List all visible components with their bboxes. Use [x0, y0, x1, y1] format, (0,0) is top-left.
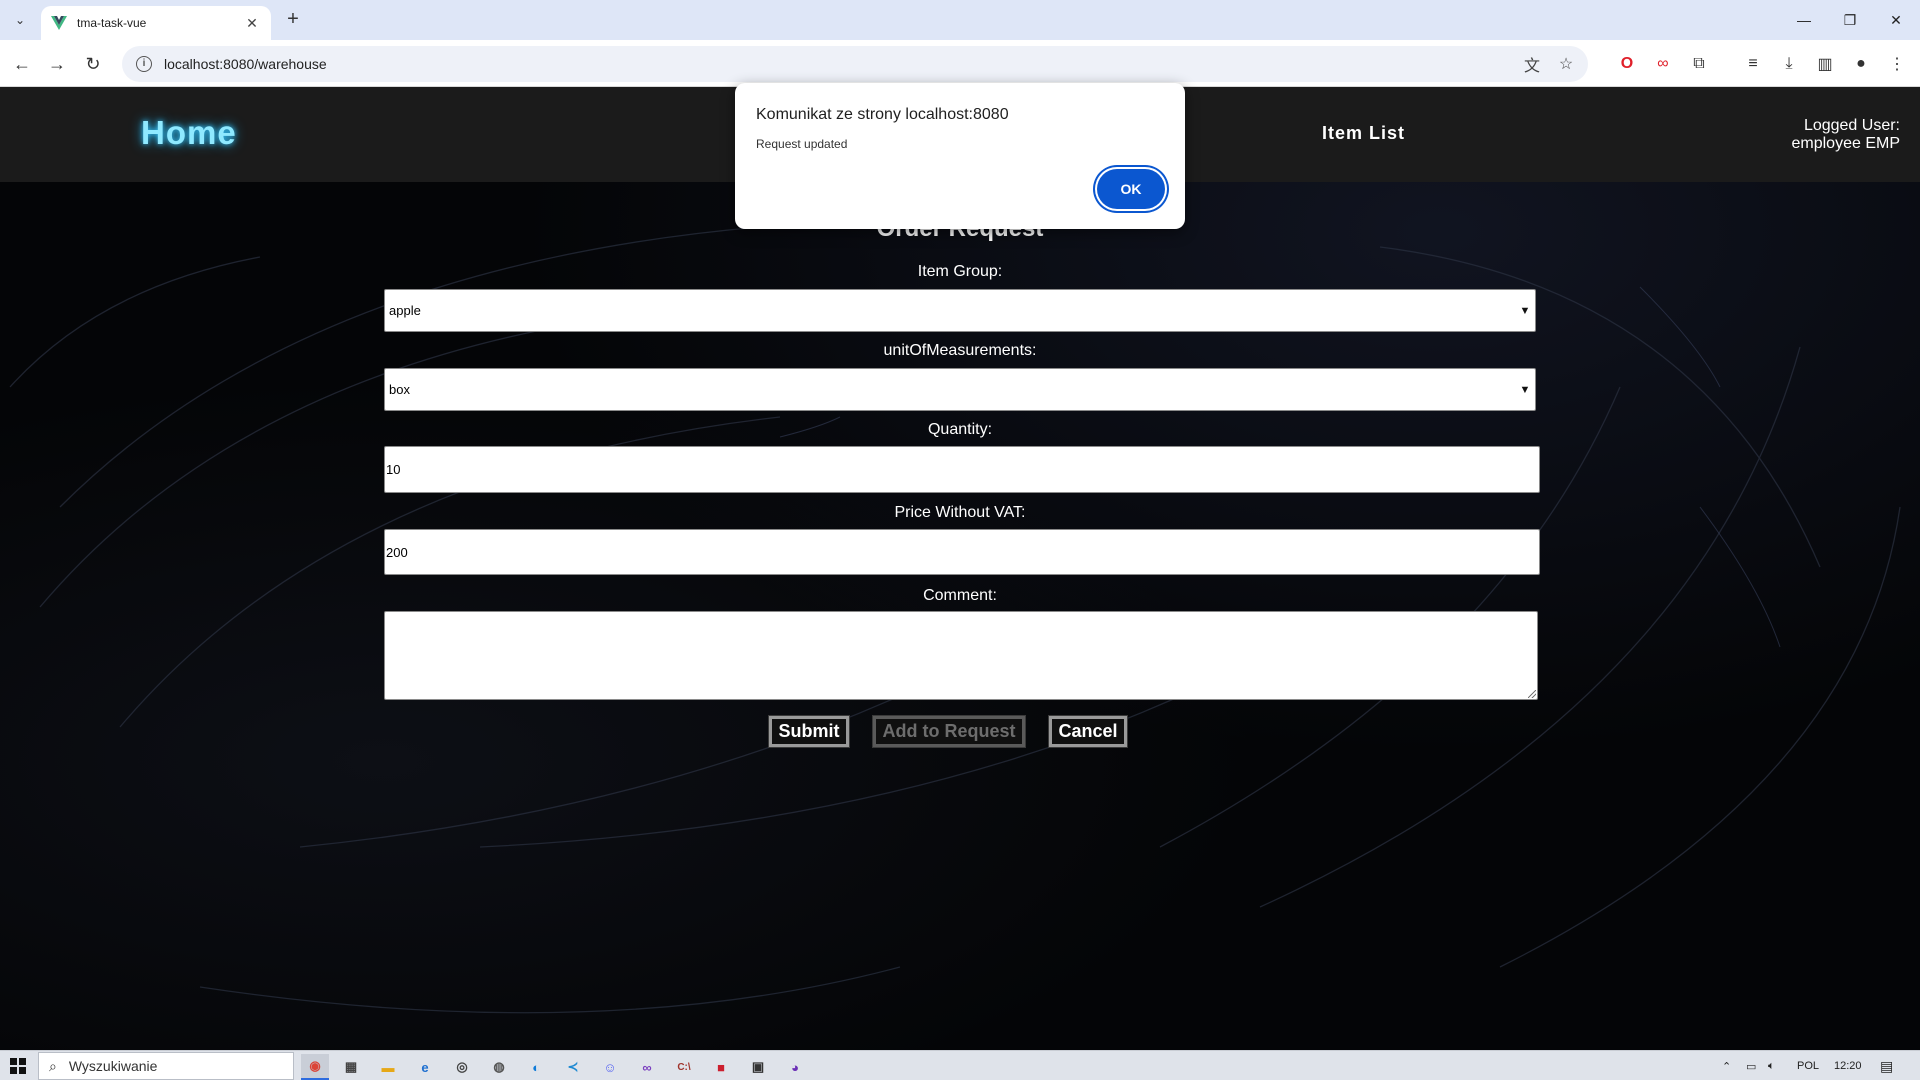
quantity-value: 10 [386, 462, 401, 477]
minimize-icon[interactable]: — [1781, 0, 1827, 40]
github-desktop-icon[interactable]: ◕ [781, 1054, 809, 1080]
page-content: Home Item List Logged User: employee EMP… [0, 87, 1920, 1050]
taskbar-search-box[interactable]: ⌕ Wyszukiwanie [38, 1052, 294, 1080]
internet-explorer-icon[interactable]: e [411, 1054, 439, 1080]
app-icon-6[interactable]: ◍ [485, 1054, 513, 1080]
home-link[interactable]: Home [141, 114, 237, 152]
unit-label: unitOfMeasurements: [883, 342, 1037, 359]
discord-icon[interactable]: ☺ [596, 1054, 624, 1080]
windows-taskbar: ⌕ Wyszukiwanie ◉ ▦ ▬ e ◎ ◍ ◐ ≺ ☺ ∞ C:\ ■… [0, 1050, 1920, 1080]
media-queue-icon[interactable]: ≡ [1741, 52, 1765, 76]
translate-icon[interactable]: ⽂ [1520, 52, 1544, 76]
taskbar-search-placeholder: Wyszukiwanie [68, 1058, 158, 1074]
forward-icon[interactable]: → [43, 50, 71, 78]
restore-icon[interactable]: ❐ [1827, 0, 1873, 40]
browser-toolbar: ← → ↻ i localhost:8080/warehouse ⽂ ☆ O ∞… [0, 40, 1920, 87]
tab-title: tma-task-vue [77, 16, 147, 30]
unit-select[interactable]: box ▼ [384, 368, 1536, 411]
item-list-link[interactable]: Item List [1322, 123, 1405, 144]
infinity-extension-icon[interactable]: ∞ [1651, 52, 1675, 76]
profile-avatar-icon[interactable]: ● [1849, 52, 1873, 76]
windows-start-icon[interactable] [0, 1051, 36, 1080]
network-icon[interactable]: ▭ [1746, 1051, 1756, 1080]
logged-user-name: employee EMP [1791, 135, 1901, 152]
price-value: 200 [386, 544, 408, 560]
clock[interactable]: 12:20 [1834, 1051, 1862, 1080]
visual-studio-icon[interactable]: ∞ [633, 1054, 661, 1080]
windows-logo-icon [10, 1058, 26, 1074]
dialog-message: Request updated [756, 137, 848, 151]
tray-overflow-icon[interactable]: ⌃ [1722, 1051, 1731, 1080]
close-window-icon[interactable]: ✕ [1873, 0, 1919, 40]
quantity-label: Quantity: [927, 421, 993, 438]
file-explorer-icon[interactable]: ▬ [374, 1054, 402, 1080]
price-label: Price Without VAT: [894, 504, 1026, 521]
chrome-taskbar-icon[interactable]: ◉ [301, 1054, 329, 1080]
logged-user-info: Logged User: employee EMP [1792, 117, 1901, 153]
comment-textarea[interactable] [384, 611, 1538, 700]
cancel-button[interactable]: Cancel [1048, 715, 1128, 748]
browser-menu-icon[interactable]: ⋮ [1885, 52, 1909, 76]
unit-value: box [389, 382, 410, 397]
submit-button[interactable]: Submit [768, 715, 850, 748]
back-icon[interactable]: ← [8, 50, 36, 78]
terminal-icon[interactable]: C:\ [670, 1054, 698, 1080]
browser-tab-strip: ⌄ tma-task-vue ✕ + — ❐ ✕ [0, 0, 1920, 40]
comment-label: Comment: [923, 587, 997, 604]
chevron-down-icon: ▼ [1519, 383, 1531, 396]
item-group-label: Item Group: [917, 263, 1003, 280]
vue-favicon-icon [51, 16, 67, 30]
browser-tab[interactable]: tma-task-vue ✕ [41, 6, 271, 40]
volume-icon[interactable]: 🔈︎ [1768, 1051, 1775, 1080]
new-tab-icon[interactable]: + [281, 8, 305, 32]
logged-user-label: Logged User: [1803, 117, 1900, 134]
dialog-ok-button[interactable]: OK [1097, 169, 1165, 209]
price-input[interactable]: 200 [384, 529, 1540, 575]
language-indicator[interactable]: POL [1797, 1051, 1819, 1080]
quantity-input[interactable]: 10 [384, 446, 1540, 493]
task-view-icon[interactable]: ▦ [337, 1054, 365, 1080]
app-icon-12[interactable]: ■ [707, 1054, 735, 1080]
add-to-request-button[interactable]: Add to Request [872, 715, 1026, 748]
resize-grip-icon[interactable] [1528, 690, 1536, 698]
steam-icon[interactable]: ◎ [448, 1054, 476, 1080]
vscode-icon[interactable]: ≺ [559, 1054, 587, 1080]
tab-close-icon[interactable]: ✕ [243, 15, 261, 32]
search-icon: ⌕ [49, 1057, 57, 1074]
dialog-title: Komunikat ze strony localhost:8080 [756, 106, 1009, 123]
item-group-select[interactable]: apple ▼ [384, 289, 1536, 332]
extensions-puzzle-icon[interactable]: ⧉ [1687, 52, 1711, 76]
address-bar[interactable]: i localhost:8080/warehouse ⽂ ☆ [122, 46, 1588, 82]
address-url[interactable]: localhost:8080/warehouse [164, 56, 1520, 72]
reload-icon[interactable]: ↻ [79, 50, 107, 78]
chevron-down-icon: ▼ [1519, 304, 1531, 317]
opera-extension-icon[interactable]: O [1615, 52, 1639, 76]
alert-dialog: Komunikat ze strony localhost:8080 Reque… [735, 83, 1185, 229]
bookmark-star-icon[interactable]: ☆ [1554, 52, 1578, 76]
notifications-icon[interactable]: ▤ [1880, 1051, 1893, 1080]
site-info-icon[interactable]: i [136, 56, 152, 72]
tab-search-chevron-icon[interactable]: ⌄ [8, 8, 32, 32]
download-icon[interactable]: ⤓ [1777, 52, 1801, 76]
side-panel-icon[interactable]: ▥ [1813, 52, 1837, 76]
app-icon-13[interactable]: ▣ [744, 1054, 772, 1080]
edge-icon[interactable]: ◐ [522, 1054, 550, 1080]
item-group-value: apple [389, 303, 421, 318]
